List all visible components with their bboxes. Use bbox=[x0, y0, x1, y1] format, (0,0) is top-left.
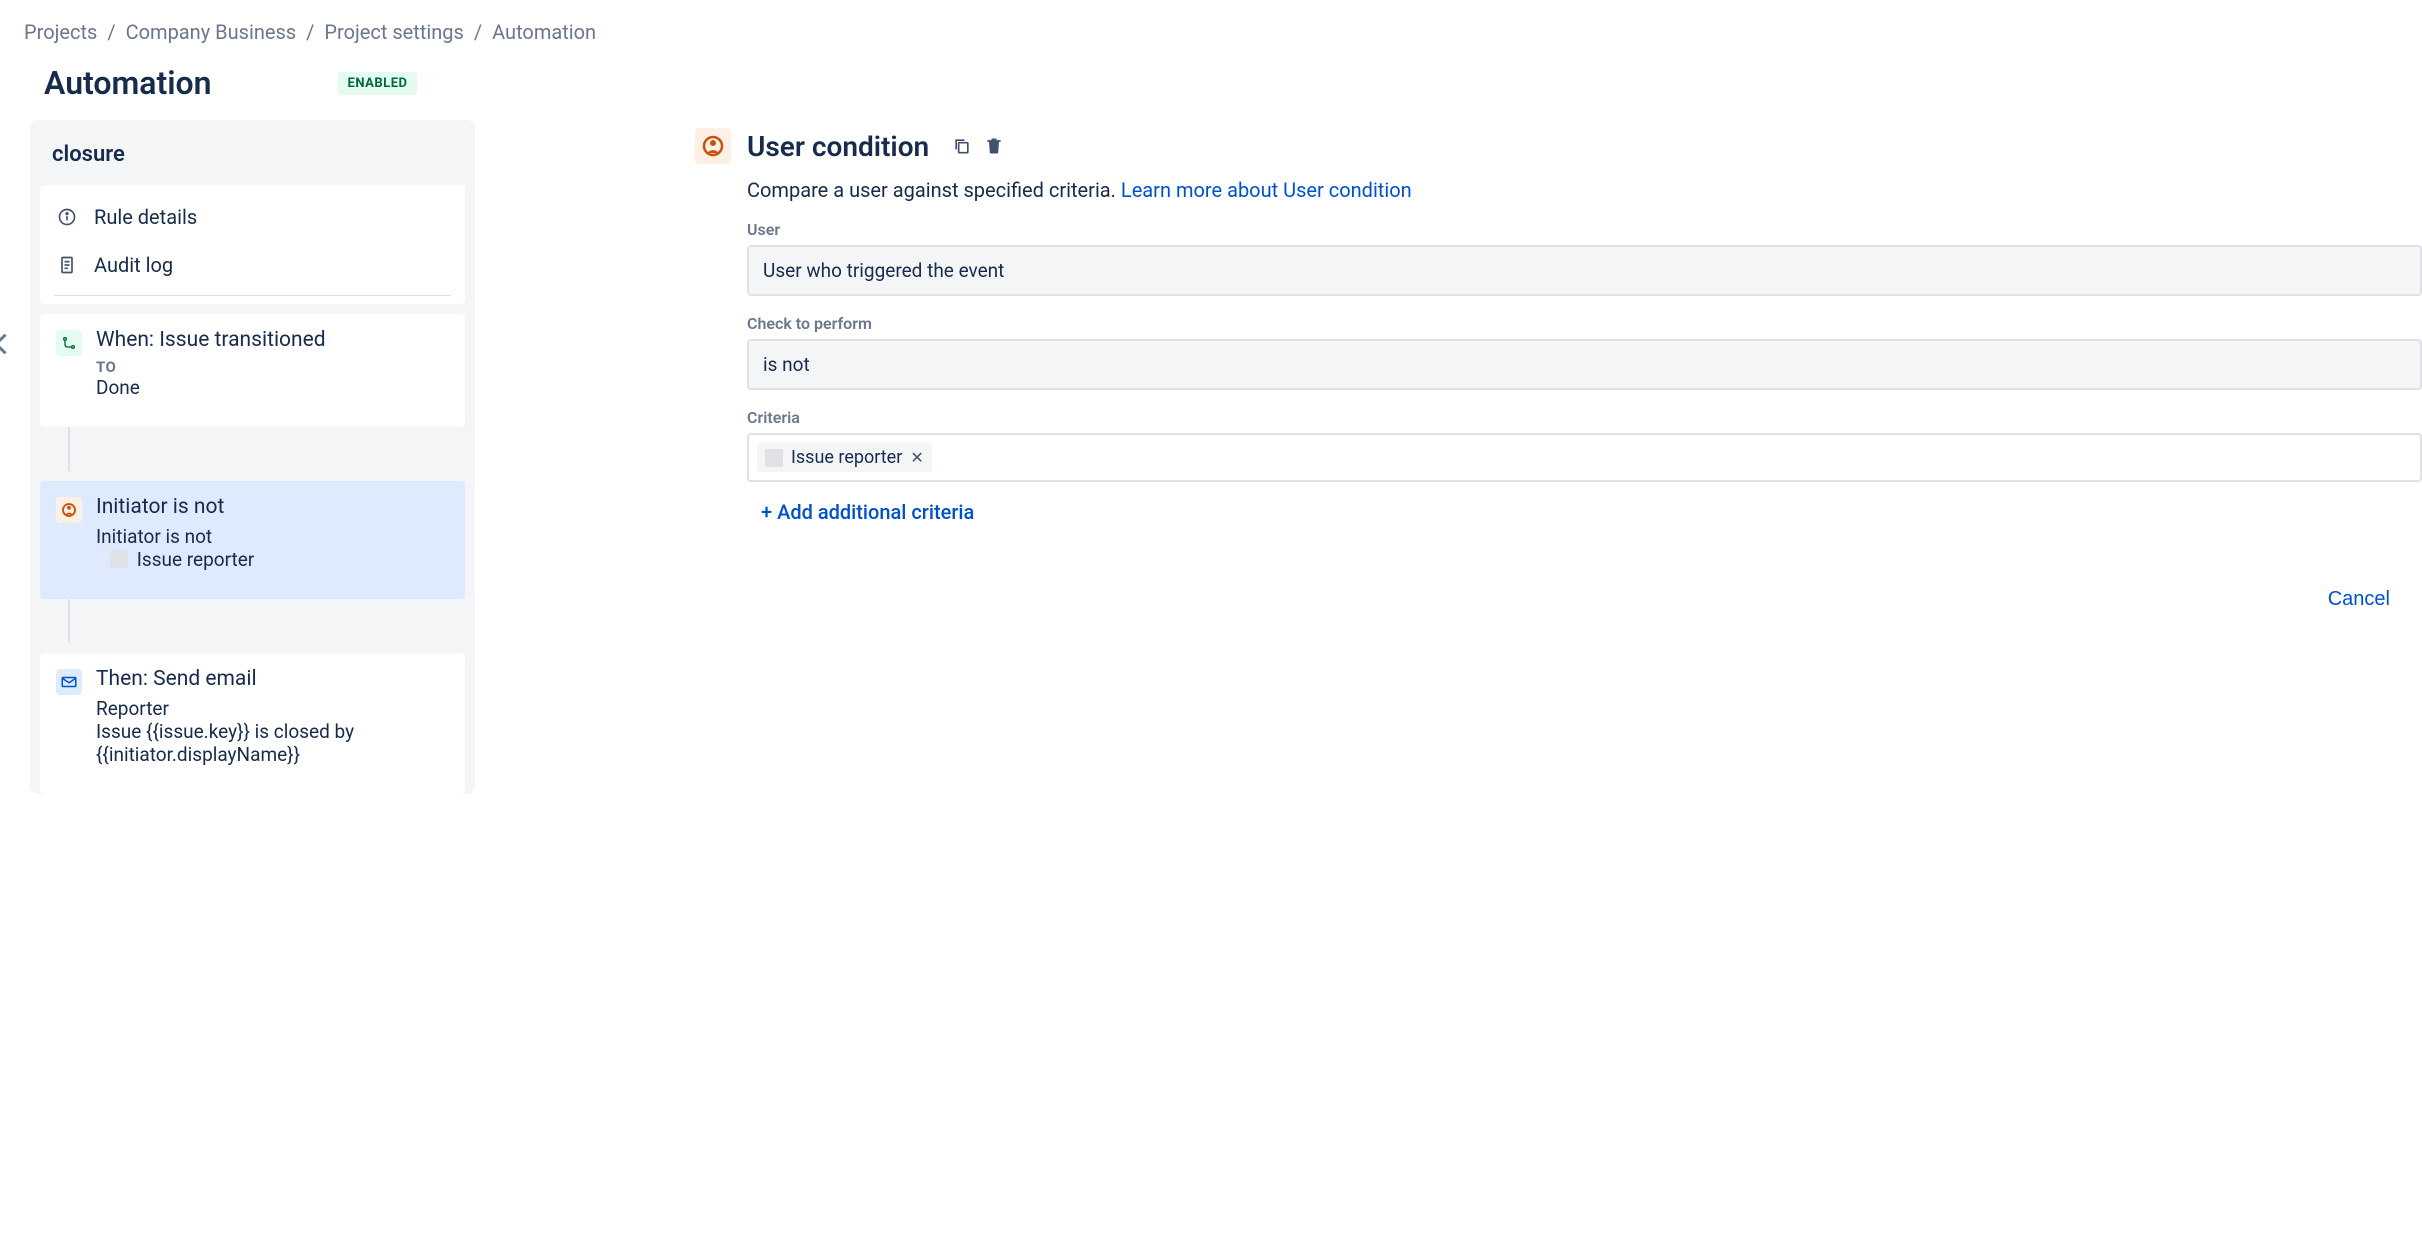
connector bbox=[68, 599, 70, 643]
rule-name: closure bbox=[30, 120, 475, 185]
step-trigger-subvalue: Done bbox=[96, 376, 449, 399]
breadcrumb-sep: / bbox=[474, 20, 482, 44]
user-condition-icon bbox=[695, 128, 731, 164]
check-field-label: Check to perform bbox=[747, 314, 2422, 333]
nav-audit-log[interactable]: Audit log bbox=[40, 241, 465, 289]
step-action[interactable]: Then: Send email Reporter Issue {{issue.… bbox=[40, 653, 465, 794]
user-select[interactable]: User who triggered the event bbox=[747, 245, 2422, 296]
nav-audit-log-label: Audit log bbox=[94, 253, 173, 277]
detail-panel: User condition Compare a user against sp… bbox=[695, 120, 2422, 619]
breadcrumb-company[interactable]: Company Business bbox=[126, 20, 297, 44]
document-icon bbox=[56, 255, 78, 275]
criteria-input[interactable]: Issue reporter ✕ bbox=[747, 433, 2422, 482]
breadcrumb-automation[interactable]: Automation bbox=[492, 20, 596, 44]
criteria-field-label: Criteria bbox=[747, 408, 2422, 427]
connector bbox=[68, 427, 70, 471]
divider bbox=[54, 295, 451, 296]
breadcrumb-projects[interactable]: Projects bbox=[24, 20, 97, 44]
status-badge: ENABLED bbox=[338, 72, 418, 95]
step-condition-title: Initiator is not bbox=[96, 495, 449, 519]
tag-remove-icon[interactable]: ✕ bbox=[910, 448, 923, 467]
step-action-title: Then: Send email bbox=[96, 667, 449, 691]
breadcrumb-sep: / bbox=[107, 20, 115, 44]
rule-panel: closure Rule details Audit log bbox=[30, 120, 475, 794]
back-chevron-icon[interactable] bbox=[0, 330, 16, 358]
step-action-line1: Reporter bbox=[96, 697, 449, 720]
step-trigger[interactable]: When: Issue transitioned TO Done bbox=[40, 314, 465, 427]
step-trigger-sublabel: TO bbox=[96, 358, 449, 376]
condition-icon bbox=[56, 497, 82, 523]
trigger-icon bbox=[56, 330, 82, 356]
criteria-tag-label: Issue reporter bbox=[791, 447, 902, 468]
breadcrumb: Projects / Company Business / Project se… bbox=[24, 20, 2422, 44]
user-field-label: User bbox=[747, 220, 2422, 239]
detail-title: User condition bbox=[747, 130, 929, 163]
nav-rule-details[interactable]: Rule details bbox=[40, 193, 465, 241]
avatar-icon bbox=[765, 449, 783, 467]
rule-nav: Rule details Audit log bbox=[40, 185, 465, 304]
info-icon bbox=[56, 207, 78, 227]
breadcrumb-sep: / bbox=[306, 20, 314, 44]
step-condition-detail: Initiator is not Issue reporter bbox=[96, 525, 449, 571]
learn-more-link[interactable]: Learn more about User condition bbox=[1121, 178, 1412, 202]
copy-button[interactable] bbox=[949, 133, 975, 159]
criteria-tag: Issue reporter ✕ bbox=[757, 443, 932, 472]
cancel-button[interactable]: Cancel bbox=[2316, 580, 2402, 619]
detail-description: Compare a user against specified criteri… bbox=[747, 178, 2422, 202]
step-action-line2: Issue {{issue.key}} is closed by {{initi… bbox=[96, 720, 449, 766]
email-icon bbox=[56, 669, 82, 695]
check-select[interactable]: is not bbox=[747, 339, 2422, 390]
add-criteria-link[interactable]: + Add additional criteria bbox=[761, 500, 2422, 524]
step-condition[interactable]: Initiator is not Initiator is not Issue … bbox=[40, 481, 465, 599]
breadcrumb-settings[interactable]: Project settings bbox=[324, 20, 463, 44]
page-title: Automation bbox=[44, 64, 212, 102]
delete-button[interactable] bbox=[981, 133, 1007, 159]
avatar-icon bbox=[110, 550, 128, 568]
step-trigger-title: When: Issue transitioned bbox=[96, 328, 449, 352]
nav-rule-details-label: Rule details bbox=[94, 205, 197, 229]
